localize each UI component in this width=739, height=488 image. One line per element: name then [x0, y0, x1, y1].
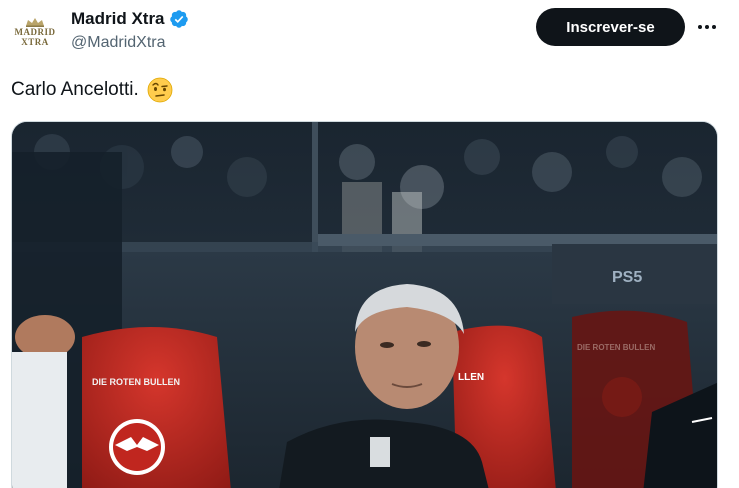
tweet-text: Carlo Ancelotti.: [11, 76, 173, 104]
author-info: Madrid Xtra @MadridXtra: [71, 8, 189, 52]
chair-label-right: DIE ROTEN BULLEN: [577, 343, 655, 352]
display-name[interactable]: Madrid Xtra: [71, 9, 165, 29]
verified-badge-icon[interactable]: [169, 9, 189, 29]
tweet-text-content: Carlo Ancelotti.: [11, 79, 139, 100]
chair-label-left: DIE ROTEN BULLEN: [92, 377, 180, 387]
avatar-logo-line1: MADRID: [14, 27, 56, 37]
rb-leipzig-crest-icon: [109, 419, 165, 475]
tweet-media-photo[interactable]: PS5 DIE ROTEN BULLEN LLEN DIE ROTEN BULL…: [11, 121, 718, 488]
avatar[interactable]: MADRID XTRA: [11, 8, 59, 56]
face-with-raised-eyebrow-icon: [147, 77, 173, 103]
tweet-header: MADRID XTRA Madrid Xtra @MadridXtra Insc…: [0, 0, 739, 64]
subscribe-button[interactable]: Inscrever-se: [536, 8, 685, 46]
more-horizontal-icon: [698, 25, 716, 29]
ps5-board-text: PS5: [612, 269, 642, 286]
photo-image: PS5 DIE ROTEN BULLEN LLEN DIE ROTEN BULL…: [12, 122, 717, 488]
crown-icon: [26, 18, 44, 27]
name-row: Madrid Xtra: [71, 8, 189, 30]
chair-label-center: LLEN: [458, 372, 484, 383]
more-options-button[interactable]: [694, 16, 720, 38]
user-handle[interactable]: @MadridXtra: [71, 34, 189, 52]
avatar-logo-line2: XTRA: [21, 37, 49, 47]
